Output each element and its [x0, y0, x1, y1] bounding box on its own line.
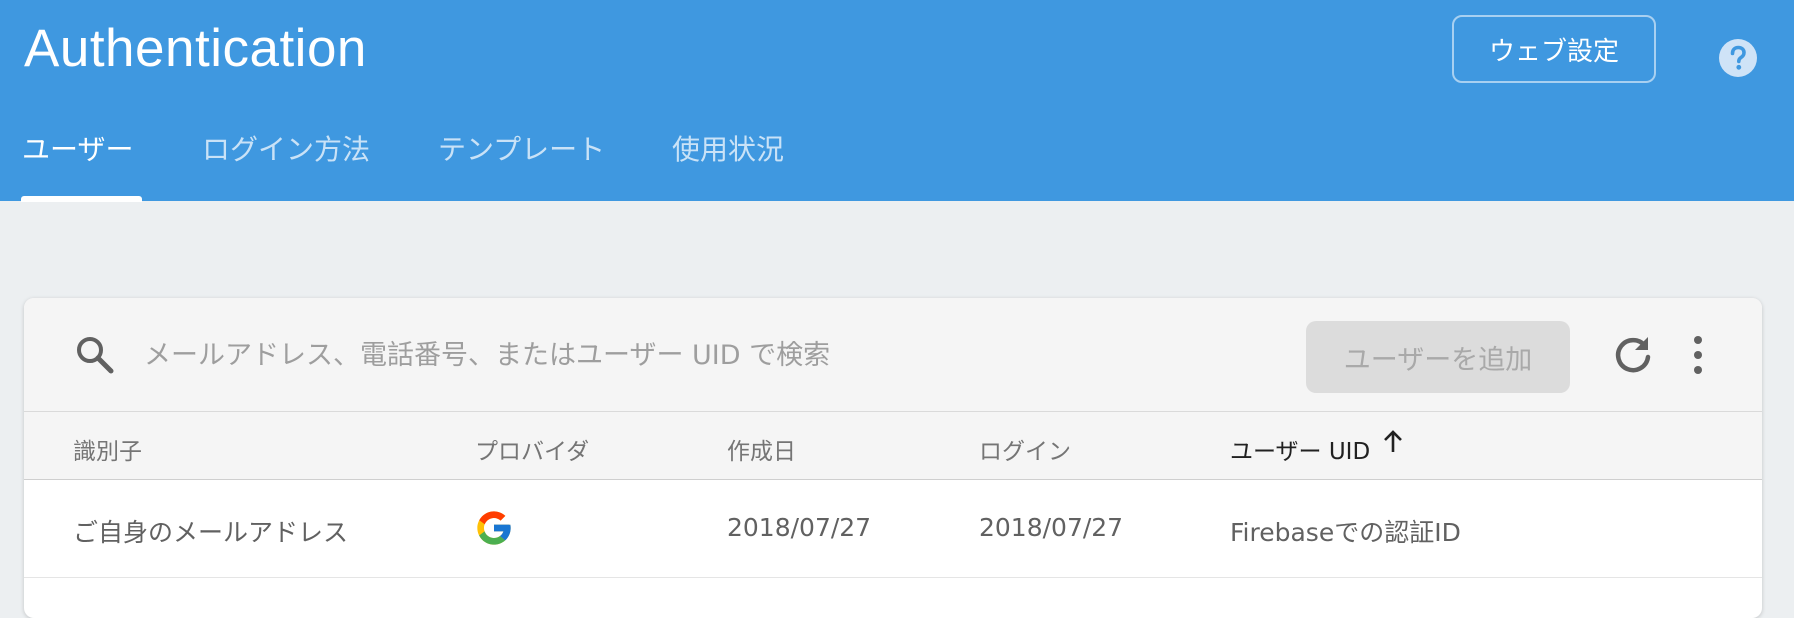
- cell-user-uid: Firebaseでの認証ID: [1230, 518, 1461, 547]
- tab-users[interactable]: ユーザー: [22, 128, 133, 201]
- refresh-icon[interactable]: [1610, 332, 1656, 378]
- tab-usage[interactable]: 使用状況: [672, 128, 784, 201]
- column-header-identifier[interactable]: 識別子: [73, 432, 142, 466]
- column-header-created[interactable]: 作成日: [727, 432, 796, 466]
- table-row[interactable]: ご自身のメールアドレス 2018/07/27 2018/07/27 Fireba…: [24, 480, 1762, 578]
- search-icon: [77, 337, 114, 374]
- users-toolbar: ユーザーを追加: [24, 298, 1762, 412]
- add-user-button[interactable]: ユーザーを追加: [1306, 321, 1570, 393]
- cell-identifier: ご自身のメールアドレス: [73, 518, 349, 547]
- more-vert-icon[interactable]: [1692, 334, 1704, 376]
- help-circle-icon[interactable]: [1718, 38, 1758, 78]
- column-header-signed-in[interactable]: ログイン: [979, 432, 1071, 466]
- column-header-user-uid[interactable]: ユーザー UID: [1230, 432, 1370, 466]
- column-header-provider[interactable]: プロバイダ: [475, 432, 589, 466]
- cell-created-date: 2018/07/27: [727, 513, 872, 542]
- active-tab-indicator: [21, 196, 142, 202]
- app-header: Authentication ウェブ設定 ユーザー ログイン方法 テンプレート …: [0, 0, 1794, 202]
- page-title: Authentication: [24, 19, 367, 78]
- arrow-up-icon[interactable]: [1382, 428, 1404, 454]
- search-input[interactable]: [142, 328, 1206, 382]
- tab-sign-in-method[interactable]: ログイン方法: [202, 128, 370, 201]
- google-icon: [477, 511, 511, 545]
- table-header: 識別子 プロバイダ 作成日 ログイン ユーザー UID: [24, 412, 1762, 480]
- users-card: ユーザーを追加 識別子 プロバイダ 作成日 ログイン ユーザー UID ご自身の…: [24, 298, 1762, 618]
- web-settings-button[interactable]: ウェブ設定: [1452, 15, 1656, 83]
- tab-templates[interactable]: テンプレート: [438, 128, 605, 201]
- cell-signed-in-date: 2018/07/27: [979, 513, 1124, 542]
